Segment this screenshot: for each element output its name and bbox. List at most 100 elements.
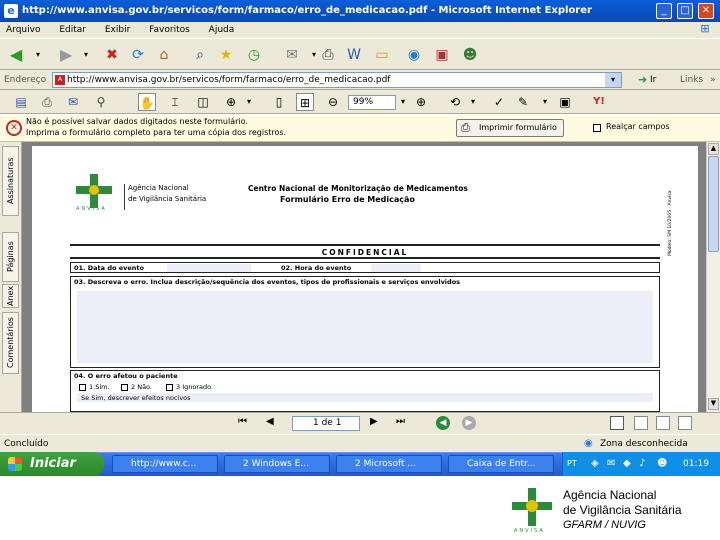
scroll-thumb[interactable]	[708, 156, 719, 252]
yahoo-y-icon[interactable]: Y!	[590, 93, 608, 111]
task-microsoft[interactable]: 2 Microsoft ...	[336, 455, 442, 473]
task-ie[interactable]: http://www.c...	[112, 455, 218, 473]
media-icon[interactable]: ▣	[432, 45, 452, 65]
go-button[interactable]: Ir	[650, 70, 656, 90]
highlight-fields-checkbox[interactable]	[593, 123, 601, 133]
zoom-tool-dropdown-icon[interactable]: ▾	[240, 93, 258, 111]
address-input[interactable]: A http://www.anvisa.gov.br/servicos/form…	[52, 72, 622, 88]
maximize-button[interactable]: □	[677, 3, 693, 19]
address-dropdown-icon[interactable]: ▾	[605, 73, 621, 87]
stop-icon[interactable]: ✖	[102, 45, 122, 65]
zoom-input[interactable]: 99%	[348, 95, 396, 110]
edit-word-icon[interactable]: W	[344, 45, 364, 65]
tray-volume-icon[interactable]: ♪	[639, 452, 645, 476]
tray-shield-icon[interactable]: ◆	[623, 452, 631, 476]
tray-network-icon[interactable]: ◈	[591, 452, 599, 476]
hand-tool-icon[interactable]: ✋	[138, 93, 156, 111]
forward-icon[interactable]: ▶	[56, 45, 76, 65]
email-icon[interactable]: ✉	[64, 93, 82, 111]
tray-messenger-icon[interactable]: ☻	[657, 452, 667, 476]
minimize-button[interactable]: _	[656, 3, 672, 19]
event-date-field[interactable]	[167, 264, 251, 272]
language-indicator[interactable]: PT	[567, 452, 577, 476]
previous-view-icon[interactable]: ◀	[436, 416, 450, 430]
menu-editar[interactable]: Editar	[59, 25, 86, 35]
spell-check-icon[interactable]: ✓	[490, 93, 508, 111]
zoom-out-icon[interactable]: ⊖	[324, 93, 342, 111]
logo-anvisa-text: ANVISA	[76, 206, 107, 212]
menu-favoritos[interactable]: Favoritos	[149, 25, 190, 35]
fit-page-icon[interactable]: ⊞	[296, 93, 314, 111]
status-zone-text: Zona desconhecida	[600, 439, 688, 449]
rotate-icon[interactable]: ⟲	[446, 93, 464, 111]
mail-icon[interactable]: ✉	[282, 45, 302, 65]
single-page-icon[interactable]	[610, 416, 624, 430]
stamp-icon[interactable]: ▣	[556, 93, 574, 111]
pdf-print-icon[interactable]: ⎙	[38, 93, 56, 111]
next-view-icon[interactable]: ▶	[462, 416, 476, 430]
start-button[interactable]: Iniciar	[0, 452, 104, 476]
snapshot-icon[interactable]: ◫	[194, 93, 212, 111]
tray-mail-icon[interactable]: ✉	[607, 452, 615, 476]
comment-icon[interactable]: ✎	[514, 93, 532, 111]
facing-icon[interactable]	[656, 416, 670, 430]
menu-exibir[interactable]: Exibir	[105, 25, 130, 35]
continuous-facing-icon[interactable]	[678, 416, 692, 430]
last-page-icon[interactable]: ⏭	[396, 416, 405, 427]
system-tray: PT ◈ ✉ ◆ ♪ ☻ 01:19	[562, 452, 720, 476]
scroll-up-icon[interactable]: ▲	[708, 143, 719, 155]
save-copy-icon[interactable]: ▤	[12, 93, 30, 111]
clock: 01:19	[683, 459, 709, 469]
home-icon[interactable]: ⌂	[154, 45, 174, 65]
first-page-icon[interactable]: ⏮	[238, 416, 247, 427]
actual-size-icon[interactable]: ▯	[270, 93, 288, 111]
scroll-down-icon[interactable]: ▼	[708, 398, 719, 410]
event-time-field[interactable]	[371, 264, 421, 272]
vertical-scrollbar[interactable]: ▲ ▼	[706, 142, 720, 412]
comment-dropdown-icon[interactable]: ▾	[536, 93, 554, 111]
links-label[interactable]: Links	[680, 70, 703, 90]
back-dropdown-icon[interactable]: ▾	[28, 45, 48, 65]
menu-ajuda[interactable]: Ajuda	[209, 25, 235, 35]
discuss-icon[interactable]: ▭	[372, 45, 392, 65]
tab-paginas[interactable]: Páginas	[2, 232, 19, 282]
go-arrow-icon[interactable]: ➜	[638, 70, 647, 90]
search-icon[interactable]: ⌕	[190, 45, 210, 65]
history-icon[interactable]: ◷	[244, 45, 264, 65]
menu-arquivo[interactable]: Arquivo	[6, 25, 40, 35]
continuous-icon[interactable]	[634, 416, 648, 430]
research-globe-icon[interactable]: ◉	[404, 45, 424, 65]
info-line-2: Imprima o formulário completo para ter u…	[26, 128, 287, 137]
refresh-icon[interactable]: ⟳	[128, 45, 148, 65]
opt-ignorado-checkbox[interactable]	[166, 383, 173, 393]
zoom-in-tool-icon[interactable]: ⊕	[222, 93, 240, 111]
tab-comentarios[interactable]: Comentários	[2, 312, 19, 374]
select-text-icon[interactable]: ⌶	[166, 93, 184, 111]
task-microsoft-label: 2 Microsoft ...	[355, 459, 416, 469]
opt-nao-checkbox[interactable]	[121, 383, 128, 393]
zoom-in-icon[interactable]: ⊕	[412, 93, 430, 111]
page-number-input[interactable]: 1 de 1	[292, 416, 360, 431]
tab-assinaturas[interactable]: Assinaturas	[2, 146, 19, 216]
find-binoculars-icon[interactable]: ⚲	[92, 93, 110, 111]
footer-agency-line-1: Agência Nacional	[563, 488, 657, 502]
next-page-icon[interactable]: ▶	[370, 416, 378, 427]
print-icon[interactable]: ⎙	[318, 45, 338, 65]
task-inbox[interactable]: Caixa de Entr...	[448, 455, 554, 473]
prev-page-icon[interactable]: ◀	[266, 416, 274, 427]
forward-dropdown-icon[interactable]: ▾	[76, 45, 96, 65]
task-windows-explorer[interactable]: 2 Windows E...	[224, 455, 330, 473]
rotate-dropdown-icon[interactable]: ▾	[464, 93, 482, 111]
links-chevron-icon[interactable]: »	[710, 70, 716, 90]
back-icon[interactable]: ◀	[6, 45, 26, 65]
zoom-dropdown-icon[interactable]: ▾	[394, 93, 412, 111]
opt-sim-checkbox[interactable]	[79, 383, 86, 393]
tab-anexos[interactable]: Anex	[2, 284, 19, 308]
close-button[interactable]: ✕	[698, 3, 714, 19]
error-description-field[interactable]	[77, 291, 653, 363]
messenger-icon[interactable]: ☻	[460, 45, 480, 65]
q04-sub-label: Se Sim, descrever efeitos nocivos	[81, 394, 191, 402]
start-label: Iniciar	[30, 456, 76, 471]
print-form-button[interactable]: ⎙ Imprimir formulário	[456, 119, 564, 137]
favorites-star-icon[interactable]: ★	[216, 45, 236, 65]
